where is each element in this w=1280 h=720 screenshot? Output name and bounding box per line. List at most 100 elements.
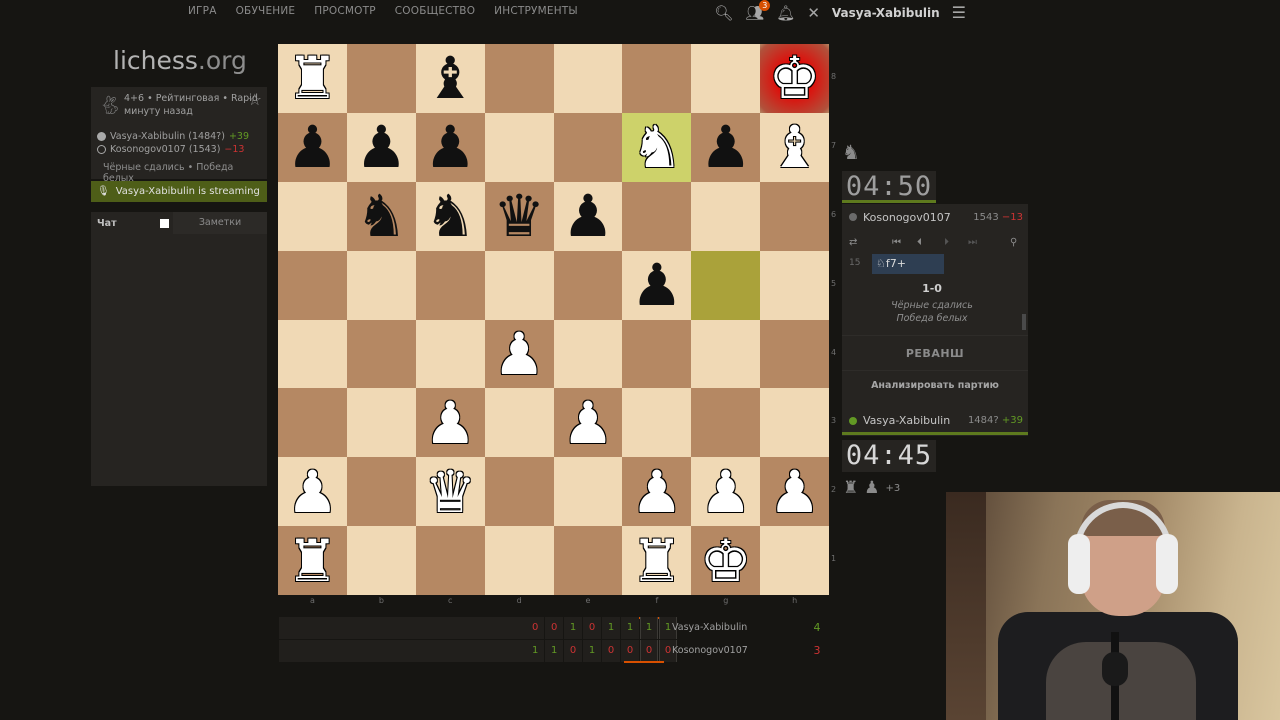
chess-piece[interactable]: ♟ [700,118,752,176]
chess-piece[interactable]: ♛ [424,463,476,521]
square-h5[interactable] [760,250,829,320]
square-a6[interactable] [278,181,347,251]
square-f6[interactable] [622,181,692,251]
square-f5[interactable]: ♟ [622,250,692,320]
last-move-icon[interactable]: ⏭︎ [968,237,977,248]
square-h8[interactable]: ♚ [760,44,829,113]
square-g2[interactable]: ♟ [691,457,761,527]
chess-piece[interactable]: ♟ [355,118,407,176]
chess-piece[interactable]: ♟ [631,256,683,314]
square-f4[interactable] [622,319,692,389]
square-h2[interactable]: ♟ [760,457,829,527]
chess-piece[interactable]: ♝ [769,118,821,176]
hamburger-icon[interactable]: ☰ [952,3,966,22]
square-d4[interactable]: ♟ [484,319,554,389]
square-c5[interactable] [415,250,485,320]
menu-tools[interactable]: ИНСТРУМЕНТЫ [494,5,578,17]
chess-piece[interactable]: ♟ [286,463,338,521]
next-move-icon[interactable]: ⏵︎ [944,237,949,248]
square-b2[interactable] [346,457,416,527]
square-b7[interactable]: ♟ [346,112,416,182]
search-icon[interactable]: 🔍︎ [714,4,733,22]
square-e3[interactable]: ♟ [553,388,623,458]
crosstable-result-cell[interactable]: 0 [639,640,659,662]
square-f1[interactable]: ♜ [622,526,692,595]
square-f7[interactable]: ♞ [622,112,692,182]
square-c4[interactable] [415,319,485,389]
square-a8[interactable]: ♜ [278,44,347,113]
chess-piece[interactable]: ♟ [631,463,683,521]
chess-piece[interactable]: ♞ [424,187,476,245]
chess-piece[interactable]: ♚ [700,532,752,590]
last-move[interactable]: ♘f7+ [872,254,944,274]
square-c1[interactable] [415,526,485,595]
crosstable-result-cell[interactable]: 1 [544,640,564,662]
chess-piece[interactable]: ♟ [493,325,545,383]
chess-piece[interactable]: ♟ [286,118,338,176]
chess-piece[interactable]: ♜ [631,532,683,590]
square-b3[interactable] [346,388,416,458]
rematch-button[interactable]: РЕВАНШ [842,335,1028,371]
square-f8[interactable] [622,44,692,113]
square-c7[interactable]: ♟ [415,112,485,182]
menu-toggle-icon[interactable]: ⚲ [1010,237,1017,248]
square-e4[interactable] [553,319,623,389]
square-b8[interactable] [346,44,416,113]
square-g5[interactable] [691,250,761,320]
user-menu-button[interactable]: Vasya-Xabibulin [832,6,940,20]
chess-piece[interactable]: ♛ [493,187,545,245]
square-a4[interactable] [278,319,347,389]
square-b5[interactable] [346,250,416,320]
square-d3[interactable] [484,388,554,458]
square-c3[interactable]: ♟ [415,388,485,458]
chess-piece[interactable]: ♞ [355,187,407,245]
chess-piece[interactable]: ♜ [286,49,338,107]
square-g4[interactable] [691,319,761,389]
crosstable-result-cell[interactable]: 0 [620,640,640,662]
crosstable-result-cell[interactable]: 1 [582,640,602,662]
square-e7[interactable] [553,112,623,182]
square-f2[interactable]: ♟ [622,457,692,527]
chess-piece[interactable]: ♟ [769,463,821,521]
square-h6[interactable] [760,181,829,251]
chess-piece[interactable]: ♚ [769,49,821,107]
menu-learn[interactable]: ОБУЧЕНИЕ [236,5,296,17]
square-d7[interactable] [484,112,554,182]
crosstable-result-cell[interactable]: 1 [620,617,640,639]
square-d6[interactable]: ♛ [484,181,554,251]
square-c8[interactable]: ♝ [415,44,485,113]
crosstable-result-cell[interactable]: 0 [601,640,621,662]
prev-move-icon[interactable]: ⏴︎ [917,237,922,248]
square-d1[interactable] [484,526,554,595]
crosstable-result-cell[interactable]: 1 [601,617,621,639]
square-e5[interactable] [553,250,623,320]
square-b1[interactable] [346,526,416,595]
chess-piece[interactable]: ♟ [424,118,476,176]
my-player-row[interactable]: Vasya-Xabibulin 1484? +39 [842,409,1028,435]
square-b4[interactable] [346,319,416,389]
square-c6[interactable]: ♞ [415,181,485,251]
tab-notes[interactable]: Заметки [173,212,267,234]
square-e8[interactable] [553,44,623,113]
menu-play[interactable]: ИГРА [188,5,217,17]
square-g3[interactable] [691,388,761,458]
crosstable-result-cell[interactable]: 1 [525,640,545,662]
crosstable-result-cell[interactable]: 1 [563,617,583,639]
square-d2[interactable] [484,457,554,527]
black-player-info[interactable]: Kosonogov0107 (1543) −13 [97,144,244,155]
square-d8[interactable] [484,44,554,113]
crosstable-white-name[interactable]: Vasya-Xabibulin [672,617,747,639]
flip-board-icon[interactable]: ⇄ [849,237,857,248]
analyse-button[interactable]: Анализировать партию [842,380,1028,391]
opponent-player-row[interactable]: Kosonogov0107 1543 −13 [842,204,1028,230]
crosstable-black-name[interactable]: Kosonogov0107 [672,640,748,662]
chess-piece[interactable]: ♟ [562,394,614,452]
square-a5[interactable] [278,250,347,320]
square-a2[interactable]: ♟ [278,457,347,527]
square-g6[interactable] [691,181,761,251]
move-list-scrollbar[interactable] [1022,314,1026,330]
square-c2[interactable]: ♛ [415,457,485,527]
site-logo[interactable]: lichess.org [113,46,247,75]
friends-icon[interactable]: 👥︎ 3 [745,0,771,22]
square-h4[interactable] [760,319,829,389]
